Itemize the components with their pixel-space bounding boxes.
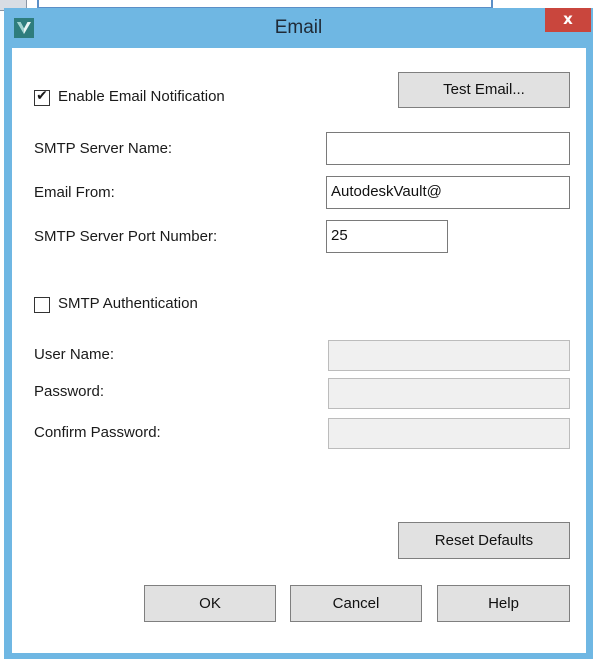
user-name-field[interactable] xyxy=(328,340,570,371)
title-bar[interactable]: Email x xyxy=(4,8,593,48)
smtp-port-field[interactable]: 25 xyxy=(326,220,448,253)
smtp-authentication-label[interactable]: SMTP Authentication xyxy=(58,295,198,312)
close-button[interactable]: x xyxy=(545,8,591,32)
cancel-button[interactable]: Cancel xyxy=(290,585,422,622)
smtp-server-name-field[interactable] xyxy=(326,132,570,165)
dialog-content: ✔ Enable Email Notification Test Email..… xyxy=(12,48,586,653)
password-field[interactable] xyxy=(328,378,570,409)
enable-notification-label[interactable]: Enable Email Notification xyxy=(58,88,225,105)
ok-button[interactable]: OK xyxy=(144,585,276,622)
email-dialog: Email x ✔ Enable Email Notification Test… xyxy=(4,8,593,659)
reset-defaults-button[interactable]: Reset Defaults xyxy=(398,522,570,559)
user-name-label: User Name: xyxy=(34,346,115,363)
test-email-button[interactable]: Test Email... xyxy=(398,72,570,108)
smtp-server-name-label: SMTP Server Name: xyxy=(34,140,173,157)
confirm-password-label: Confirm Password: xyxy=(34,424,161,441)
password-label: Password: xyxy=(34,383,105,400)
email-from-label: Email From: xyxy=(34,184,115,201)
check-mark-icon: ✔ xyxy=(36,88,48,104)
help-button[interactable]: Help xyxy=(437,585,570,622)
email-from-field[interactable]: AutodeskVault@ xyxy=(326,176,570,209)
smtp-port-label: SMTP Server Port Number: xyxy=(34,228,218,245)
smtp-authentication-checkbox[interactable] xyxy=(34,297,50,313)
dialog-title: Email xyxy=(274,17,323,38)
confirm-password-field[interactable] xyxy=(328,418,570,449)
enable-notification-checkbox[interactable]: ✔ xyxy=(34,88,50,106)
close-icon: x xyxy=(563,10,573,28)
